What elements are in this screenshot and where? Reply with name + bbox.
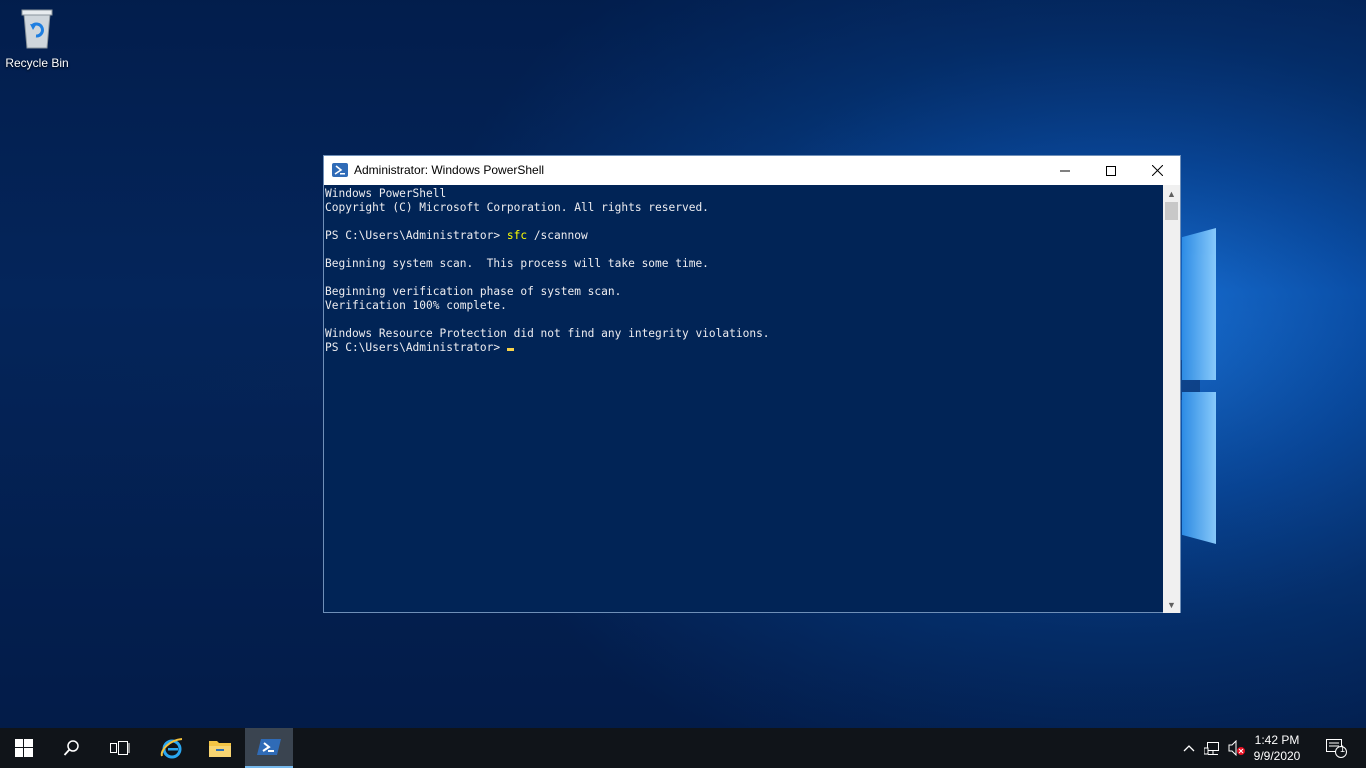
recycle-bin-icon (20, 8, 54, 50)
clock-time: 1:42 PM (1254, 733, 1300, 747)
scroll-up-icon[interactable]: ▲ (1163, 185, 1180, 202)
console-command: sfc (506, 229, 528, 242)
minimize-button[interactable] (1042, 156, 1088, 185)
start-icon (15, 739, 33, 757)
search-button[interactable] (48, 728, 96, 768)
console-line: Beginning system scan. This process will… (325, 257, 709, 270)
notification-count: 1 (1340, 744, 1346, 754)
scroll-down-icon[interactable]: ▼ (1163, 596, 1180, 613)
taskbar: 1:42 PM 9/9/2020 1 (0, 728, 1366, 768)
wallpaper-logo-pane (1182, 392, 1216, 544)
console-line: Windows PowerShell (325, 187, 447, 200)
minimize-icon (1060, 170, 1070, 171)
recycle-bin-shortcut[interactable]: Recycle Bin (4, 8, 70, 78)
console-output[interactable]: Windows PowerShell Copyright (C) Microso… (324, 185, 1164, 613)
action-center-button[interactable]: 1 (1318, 728, 1354, 768)
console-command-args: /scannow (527, 229, 588, 242)
clock-date: 9/9/2020 (1253, 749, 1301, 763)
text-cursor (506, 348, 514, 351)
console-line: Beginning verification phase of system s… (325, 285, 622, 298)
maximize-icon (1106, 165, 1116, 176)
title-bar[interactable]: Administrator: Windows PowerShell (324, 156, 1180, 185)
desktop: Recycle Bin Administrator: Windows Power… (0, 0, 1366, 728)
close-button[interactable] (1134, 156, 1180, 185)
network-icon (1204, 742, 1219, 755)
volume-button[interactable] (1226, 728, 1248, 768)
powershell-icon (332, 163, 348, 177)
internet-explorer-button[interactable] (148, 728, 196, 768)
console-line: Windows Resource Protection did not find… (325, 327, 770, 340)
chevron-up-icon (1183, 745, 1195, 752)
powershell-window[interactable]: Administrator: Windows PowerShell Window… (323, 155, 1181, 613)
internet-explorer-icon (160, 738, 183, 759)
close-icon (1151, 165, 1163, 176)
console-prompt: PS C:\Users\Administrator> (325, 341, 507, 354)
clock[interactable]: 1:42 PM 9/9/2020 (1248, 732, 1306, 764)
task-view-button[interactable] (96, 728, 144, 768)
recycle-bin-label: Recycle Bin (5, 56, 69, 70)
search-icon (63, 740, 79, 756)
console-prompt: PS C:\Users\Administrator> (325, 229, 507, 242)
scroll-thumb[interactable] (1165, 202, 1178, 220)
file-explorer-icon (209, 741, 231, 757)
show-hidden-icons-button[interactable] (1178, 728, 1200, 768)
powershell-taskbar-button[interactable] (245, 728, 293, 768)
volume-muted-icon (1228, 740, 1245, 756)
wallpaper-logo-pane (1182, 228, 1216, 380)
file-explorer-button[interactable] (196, 728, 244, 768)
task-view-icon (110, 741, 130, 755)
vertical-scrollbar[interactable]: ▲ ▼ (1163, 185, 1180, 613)
start-button[interactable] (0, 728, 48, 768)
window-title: Administrator: Windows PowerShell (354, 163, 545, 177)
console-line: Verification 100% complete. (325, 299, 507, 312)
powershell-icon (257, 739, 281, 755)
network-button[interactable] (1202, 728, 1224, 768)
console-line: Copyright (C) Microsoft Corporation. All… (325, 201, 709, 214)
maximize-button[interactable] (1088, 156, 1134, 185)
